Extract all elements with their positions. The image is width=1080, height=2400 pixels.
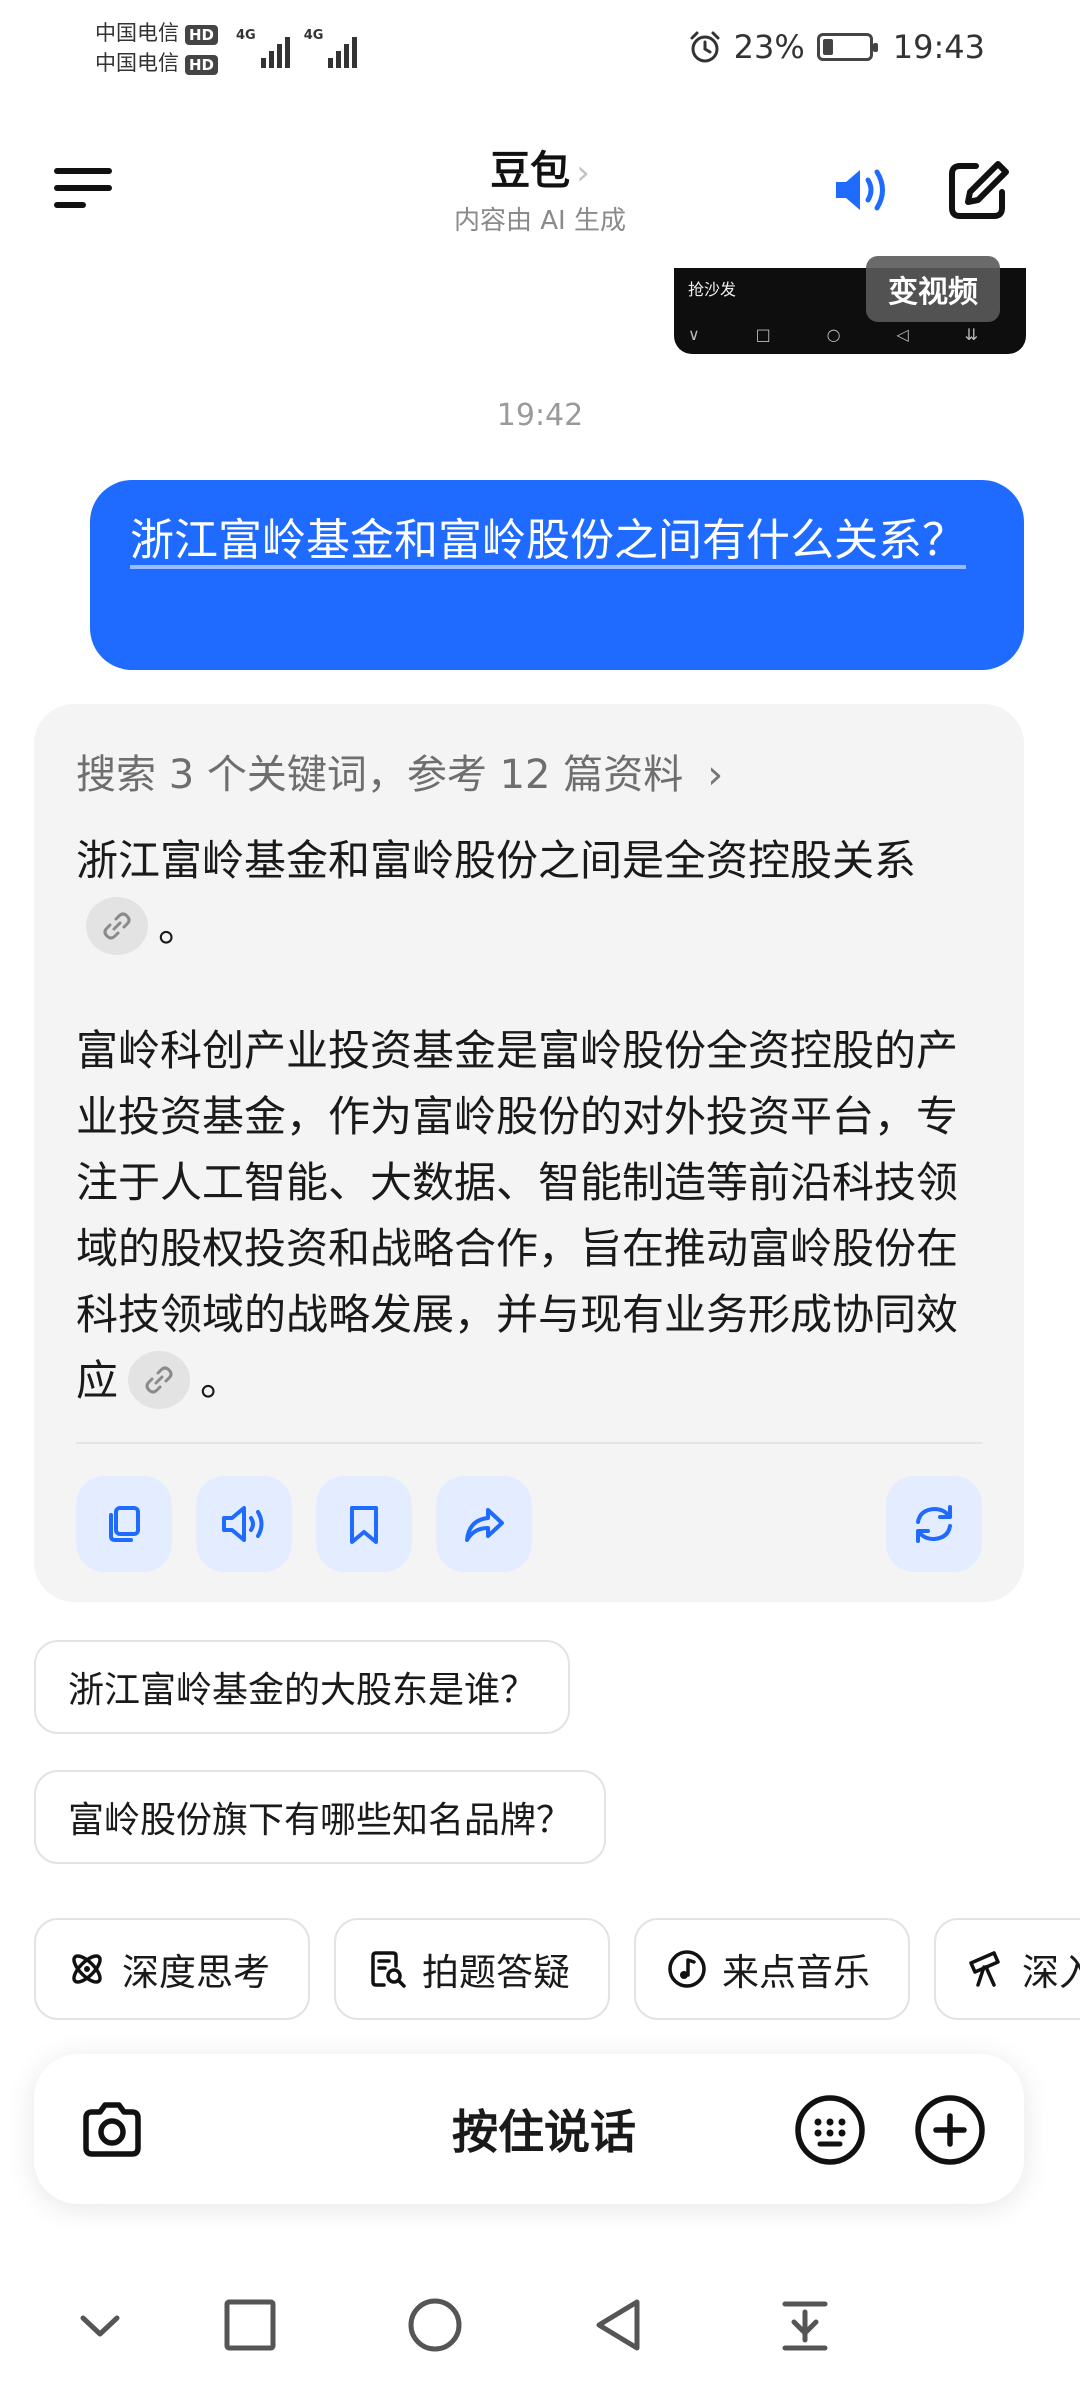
citation-link-icon[interactable] bbox=[86, 896, 148, 955]
system-nav-bar bbox=[0, 2240, 1080, 2400]
skill-music[interactable]: 来点音乐 bbox=[634, 1918, 910, 2020]
home-icon[interactable] bbox=[400, 2290, 470, 2360]
thumb-title: 抢沙发 bbox=[688, 280, 737, 299]
answer-paragraph: 富岭科创产业投资基金是富岭股份全资控股的产业投资基金，作为富岭股份的对外投资平台… bbox=[76, 1018, 992, 1414]
signal-icon: 4G bbox=[304, 28, 358, 68]
collapse-icon[interactable] bbox=[65, 2290, 135, 2360]
clock: 19:43 bbox=[892, 28, 985, 66]
alarm-icon bbox=[690, 31, 720, 63]
signal-icon: 4G bbox=[236, 28, 290, 68]
bookmark-icon[interactable] bbox=[316, 1476, 412, 1572]
network-type: 4G bbox=[303, 28, 324, 43]
bot-name: 豆包 bbox=[490, 148, 571, 194]
copy-icon[interactable] bbox=[76, 1476, 172, 1572]
thumb-nav-glyph: □ bbox=[755, 325, 771, 344]
plus-icon[interactable] bbox=[912, 2092, 988, 2168]
sources-link[interactable]: 搜索 3 个关键词，参考 12 篇资料 › bbox=[76, 742, 723, 800]
answer-text: 富岭科创产业投资基金是富岭股份全资控股的产业投资基金，作为富岭股份的对外投资平台… bbox=[76, 1026, 959, 1405]
skill-label: 深入研究 bbox=[1022, 1951, 1080, 1994]
menu-icon[interactable] bbox=[54, 168, 112, 208]
answer-card: 搜索 3 个关键词，参考 12 篇资料 › 浙江富岭基金和富岭股份之间是全资控股关… bbox=[34, 704, 1024, 1602]
recents-icon[interactable] bbox=[215, 2290, 285, 2360]
skill-label: 来点音乐 bbox=[722, 1951, 870, 1994]
battery-icon bbox=[816, 33, 878, 61]
message-timestamp: 19:42 bbox=[496, 398, 584, 433]
carrier-name: 中国电信 bbox=[95, 51, 179, 75]
read-aloud-icon[interactable] bbox=[196, 1476, 292, 1572]
skill-deep-research[interactable]: 深入研究 bbox=[934, 1918, 1080, 2020]
signal-indicators: 4G 4G bbox=[236, 28, 358, 68]
skill-label: 深度思考 bbox=[122, 1951, 270, 1994]
thumb-nav-glyph: ∨ bbox=[688, 325, 700, 344]
answer-paragraph: 浙江富岭基金和富岭股份之间是全资控股关系。 bbox=[76, 828, 992, 960]
edit-icon[interactable] bbox=[940, 152, 1016, 228]
thumb-nav-glyph: ◁ bbox=[896, 325, 909, 344]
user-message-bubble[interactable]: 浙江富岭基金和富岭股份之间有什么关系？ bbox=[90, 480, 1024, 670]
skill-label: 拍题答疑 bbox=[422, 1951, 570, 1994]
divider bbox=[76, 1442, 982, 1444]
network-type: 4G bbox=[236, 28, 256, 43]
title-block[interactable]: 豆包 › 内容由 AI 生成 bbox=[340, 138, 740, 237]
thumb-nav-glyph: ○ bbox=[826, 325, 841, 344]
status-bar: 中国电信 HD 中国电信 HD 4G 4G 23% 19:43 bbox=[0, 0, 1080, 100]
suggested-question[interactable]: 浙江富岭基金的大股东是谁？ bbox=[34, 1640, 571, 1734]
back-icon[interactable] bbox=[585, 2290, 655, 2360]
suggested-question[interactable]: 富岭股份旗下有哪些知名品牌？ bbox=[34, 1770, 607, 1864]
chat-header: 豆包 › 内容由 AI 生成 bbox=[0, 130, 1080, 240]
app-screen: 中国电信 HD 中国电信 HD 4G 4G 23% 19:43 豆包 › 内容由… bbox=[0, 0, 1080, 2400]
speaker-icon[interactable] bbox=[822, 152, 898, 228]
sources-label: 搜索 3 个关键词，参考 12 篇资料 bbox=[76, 752, 684, 798]
answer-text: 浙江富岭基金和富岭股份之间是全资控股关系 bbox=[76, 836, 917, 885]
answer-text-end: 。 bbox=[158, 902, 201, 951]
regenerate-icon[interactable] bbox=[886, 1476, 982, 1572]
skill-deep-thinking[interactable]: 深度思考 bbox=[34, 1918, 310, 2020]
status-right: 23% 19:43 bbox=[688, 28, 985, 66]
thumb-nav-glyph: ⇊ bbox=[964, 325, 978, 344]
thumb-nav: ∨ □ ○ ◁ ⇊ bbox=[688, 325, 978, 344]
battery-fill bbox=[822, 39, 833, 55]
carrier-name: 中国电信 bbox=[95, 21, 179, 45]
input-bar: 按住说话 bbox=[34, 2054, 1024, 2204]
notification-pull-icon[interactable] bbox=[770, 2290, 840, 2360]
answer-text-end: 。 bbox=[200, 1356, 243, 1405]
battery-percent: 23% bbox=[733, 28, 805, 66]
carrier-line-2: 中国电信 HD bbox=[95, 48, 219, 78]
camera-icon[interactable] bbox=[76, 2094, 148, 2166]
to-video-button[interactable]: 变视频 bbox=[866, 256, 1000, 322]
ai-disclaimer: 内容由 AI 生成 bbox=[454, 206, 626, 236]
hold-to-talk-button[interactable]: 按住说话 bbox=[334, 2054, 754, 2204]
keyboard-icon[interactable] bbox=[792, 2092, 868, 2168]
citation-link-icon[interactable] bbox=[128, 1350, 191, 1409]
chevron-right-icon: › bbox=[707, 752, 724, 798]
music-icon bbox=[668, 1950, 706, 1988]
telescope-icon bbox=[969, 1951, 1000, 1987]
page-title: 豆包 › bbox=[340, 138, 740, 196]
atom-icon bbox=[72, 1954, 102, 1984]
user-message-text: 浙江富岭基金和富岭股份之间有什么关系？ bbox=[130, 515, 966, 566]
hd-badge: HD bbox=[185, 25, 219, 45]
chevron-right-icon: › bbox=[576, 153, 590, 193]
photo-search-icon bbox=[371, 1951, 406, 1988]
share-icon[interactable] bbox=[436, 1476, 532, 1572]
carrier-info: 中国电信 HD 中国电信 HD bbox=[95, 18, 219, 78]
carrier-line-1: 中国电信 HD bbox=[95, 18, 219, 48]
skills-row: 深度思考 拍题答疑 来点音乐 深入研究 bbox=[0, 1918, 1080, 2022]
skill-photo-answer[interactable]: 拍题答疑 bbox=[334, 1918, 610, 2020]
hd-badge: HD bbox=[185, 55, 219, 75]
